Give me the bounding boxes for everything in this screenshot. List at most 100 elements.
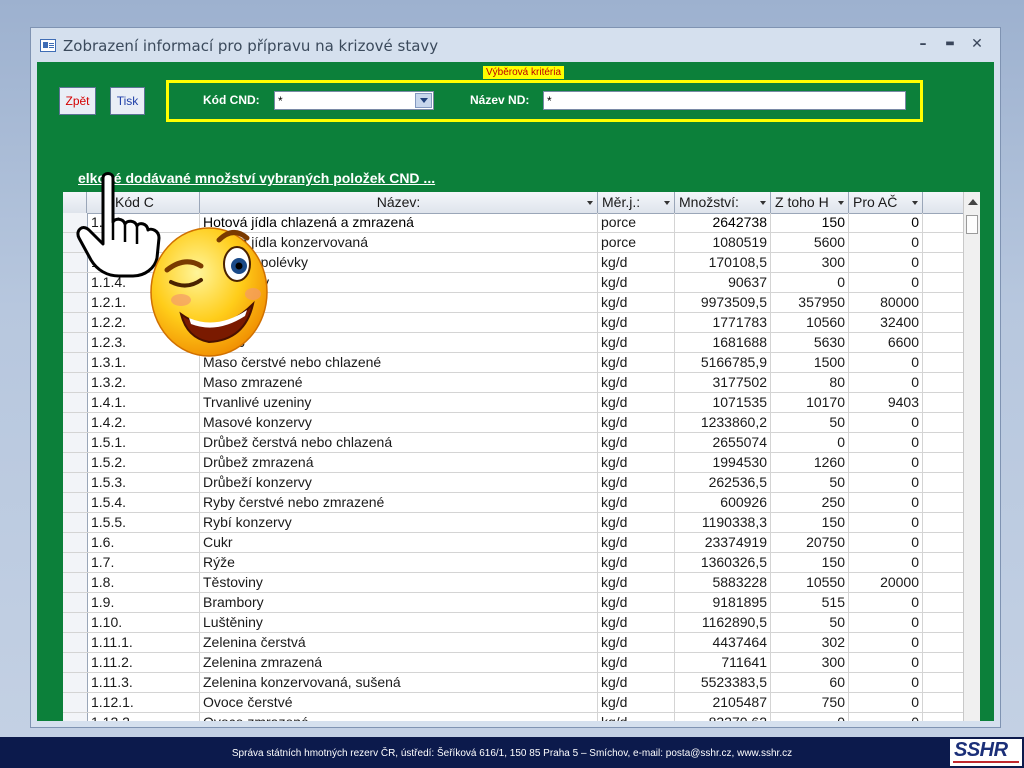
cell-reserve[interactable]: 150 (771, 553, 849, 572)
cell-name[interactable]: Rybí konzervy (200, 513, 598, 532)
cell-army[interactable]: 0 (849, 653, 923, 672)
cell-quantity[interactable]: 83270,62 (675, 713, 771, 721)
vertical-scrollbar[interactable] (963, 192, 980, 721)
column-header-reserve[interactable]: Z toho H (771, 192, 849, 213)
cell-army[interactable]: 0 (849, 433, 923, 452)
sort-arrow-icon[interactable] (587, 201, 593, 205)
row-selector[interactable] (63, 533, 88, 552)
row-selector[interactable] (63, 653, 88, 672)
cell-name[interactable]: Ryby čerstvé nebo zmrazené (200, 493, 598, 512)
maximize-button[interactable]: ▬ (938, 33, 962, 55)
row-selector[interactable] (63, 473, 88, 492)
table-row[interactable]: 1.8. Těstoviny kg/d 5883228 10550 20000 (63, 573, 963, 593)
cell-unit[interactable]: kg/d (598, 573, 675, 592)
table-row[interactable]: 1.5.4. Ryby čerstvé nebo zmrazené kg/d 6009… (63, 493, 963, 513)
cell-reserve[interactable]: 750 (771, 693, 849, 712)
cell-quantity[interactable]: 1080519 (675, 233, 771, 252)
cell-army[interactable]: 0 (849, 233, 923, 252)
cell-army[interactable]: 80000 (849, 293, 923, 312)
cell-quantity[interactable]: 3177502 (675, 373, 771, 392)
row-selector[interactable] (63, 413, 88, 432)
cell-unit[interactable]: kg/d (598, 313, 675, 332)
cell-code[interactable]: 1.10. (87, 613, 200, 632)
cell-code[interactable]: 1.11.3. (87, 673, 200, 692)
cell-reserve[interactable]: 10560 (771, 313, 849, 332)
cell-army[interactable]: 0 (849, 373, 923, 392)
table-row[interactable]: 1.4.1. Trvanlivé uzeniny kg/d 1071535 10170 9… (63, 393, 963, 413)
row-selector[interactable] (63, 333, 88, 352)
cell-army[interactable]: 20000 (849, 573, 923, 592)
cell-reserve[interactable]: 80 (771, 373, 849, 392)
cell-reserve[interactable]: 150 (771, 513, 849, 532)
cell-unit[interactable]: kg/d (598, 273, 675, 292)
cell-quantity[interactable]: 2105487 (675, 693, 771, 712)
cell-quantity[interactable]: 170108,5 (675, 253, 771, 272)
cell-name[interactable]: Rýže (200, 553, 598, 572)
cell-quantity[interactable]: 2655074 (675, 433, 771, 452)
cell-quantity[interactable]: 600926 (675, 493, 771, 512)
cell-code[interactable]: 1.7. (87, 553, 200, 572)
cell-quantity[interactable]: 1771783 (675, 313, 771, 332)
cell-name[interactable]: Ovoce čerstvé (200, 693, 598, 712)
table-row[interactable]: 1.3.2. Maso zmrazené kg/d 3177502 80 0 (63, 373, 963, 393)
row-selector[interactable] (63, 513, 88, 532)
row-selector[interactable] (63, 673, 88, 692)
cell-code[interactable]: 1.12.1. (87, 693, 200, 712)
dropdown-arrow-icon[interactable] (415, 93, 432, 108)
cell-reserve[interactable]: 0 (771, 433, 849, 452)
sort-arrow-icon[interactable] (760, 201, 766, 205)
cell-reserve[interactable]: 5600 (771, 233, 849, 252)
cell-name[interactable]: Drůbež zmrazená (200, 453, 598, 472)
row-selector[interactable] (63, 293, 88, 312)
cell-quantity[interactable]: 90637 (675, 273, 771, 292)
cell-army[interactable]: 0 (849, 213, 923, 232)
cell-unit[interactable]: kg/d (598, 453, 675, 472)
cell-quantity[interactable]: 1162890,5 (675, 613, 771, 632)
cell-name[interactable]: Brambory (200, 593, 598, 612)
cell-army[interactable]: 0 (849, 633, 923, 652)
cell-name[interactable]: Cukr (200, 533, 598, 552)
cell-code[interactable]: 1.5.2. (87, 453, 200, 472)
table-row[interactable]: 1.5.3. Drůbeží konzervy kg/d 262536,5 50 0 (63, 473, 963, 493)
cell-army[interactable]: 0 (849, 533, 923, 552)
table-row[interactable]: 1.12.2.Ovoce zmrazenékg/d83270,6200 (63, 713, 963, 721)
row-selector[interactable] (63, 453, 88, 472)
scroll-up-icon[interactable] (968, 199, 978, 205)
cell-unit[interactable]: kg/d (598, 253, 675, 272)
cell-unit[interactable]: kg/d (598, 613, 675, 632)
cell-reserve[interactable]: 10170 (771, 393, 849, 412)
cell-army[interactable]: 0 (849, 473, 923, 492)
row-selector[interactable] (63, 573, 88, 592)
table-row[interactable]: 1.6. Cukr kg/d 23374919 20750 0 (63, 533, 963, 553)
cell-name[interactable]: Drůbež čerstvá nebo chlazená (200, 433, 598, 452)
cell-quantity[interactable]: 5883228 (675, 573, 771, 592)
table-row[interactable]: 1.10. Luštěniny kg/d 1162890,5 50 0 (63, 613, 963, 633)
table-row[interactable]: 1.11.3. Zelenina konzervovaná, sušená kg/d… (63, 673, 963, 693)
cell-unit[interactable]: kg/d (598, 673, 675, 692)
cell-code[interactable]: 1.4.2. (87, 413, 200, 432)
cell-quantity[interactable]: 9181895 (675, 593, 771, 612)
cell-code[interactable]: 1.4.1. (87, 393, 200, 412)
cell-reserve[interactable]: 300 (771, 253, 849, 272)
cell-code[interactable]: 1.6. (87, 533, 200, 552)
cell-name[interactable]: Ovoce zmrazené (200, 713, 598, 721)
cell-army[interactable]: 0 (849, 513, 923, 532)
row-selector[interactable] (63, 593, 88, 612)
cell-army[interactable]: 0 (849, 673, 923, 692)
cell-unit[interactable]: kg/d (598, 513, 675, 532)
row-selector[interactable] (63, 613, 88, 632)
table-row[interactable]: 1.9. Brambory kg/d 9181895 515 0 (63, 593, 963, 613)
cell-reserve[interactable]: 357950 (771, 293, 849, 312)
cell-reserve[interactable]: 1500 (771, 353, 849, 372)
cell-quantity[interactable]: 2642738 (675, 213, 771, 232)
cell-army[interactable]: 0 (849, 253, 923, 272)
column-header-army[interactable]: Pro AČ (849, 192, 923, 213)
cell-army[interactable]: 0 (849, 453, 923, 472)
table-row[interactable]: 1.11.2. Zelenina zmrazená kg/d 711641 300 0 (63, 653, 963, 673)
cell-reserve[interactable]: 5630 (771, 333, 849, 352)
cell-army[interactable]: 0 (849, 273, 923, 292)
row-selector[interactable] (63, 553, 88, 572)
column-header-unit[interactable]: Měr.j.: (598, 192, 675, 213)
cell-code[interactable]: 1.5.3. (87, 473, 200, 492)
cell-name[interactable]: Těstoviny (200, 573, 598, 592)
